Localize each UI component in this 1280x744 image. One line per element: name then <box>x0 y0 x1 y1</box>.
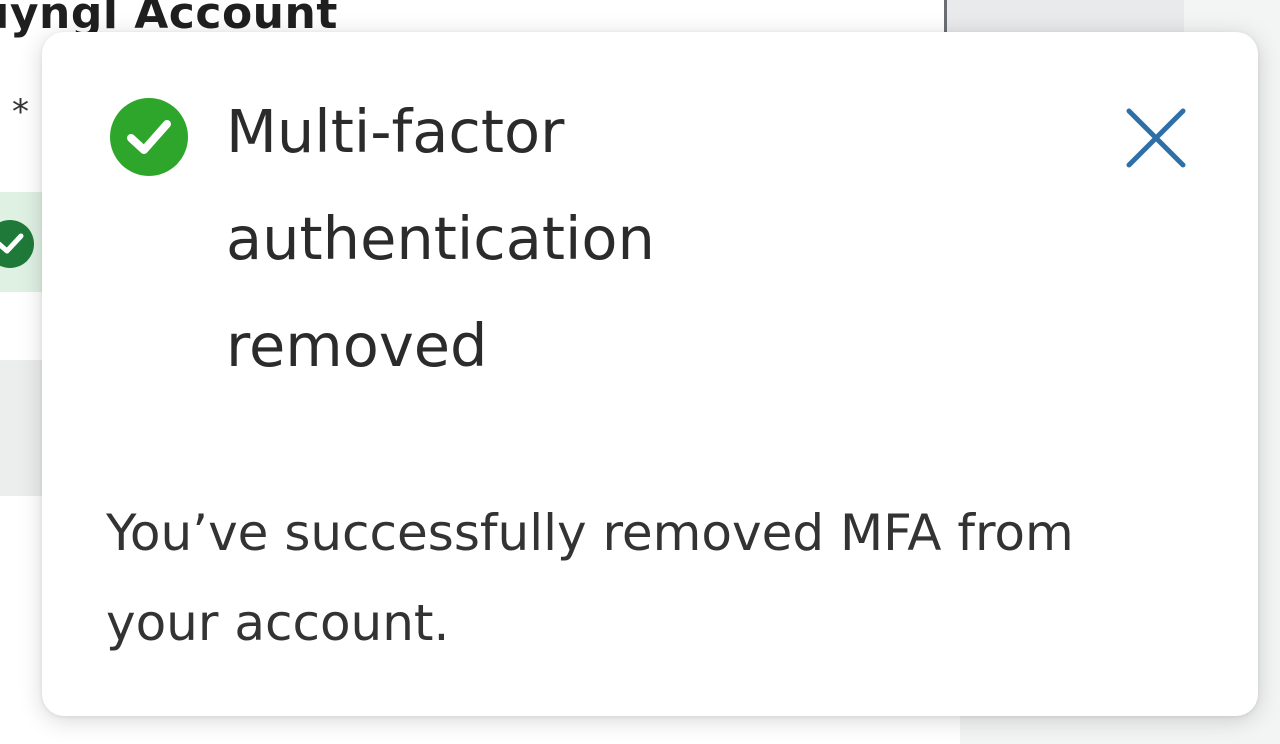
close-button[interactable] <box>1116 104 1192 180</box>
background-column-header <box>944 0 1190 32</box>
toast-title: Multi-factor authentication removed <box>226 97 655 380</box>
page: uyngl Account * Multi-factor authenticat… <box>0 0 1280 744</box>
check-circle-icon <box>110 98 188 176</box>
required-marker: * <box>12 92 29 132</box>
toast-message: You’ve successfully removed MFA from you… <box>106 504 1074 652</box>
close-icon[interactable] <box>1124 106 1188 170</box>
success-toast: Multi-factor authentication removed You’… <box>42 32 1258 716</box>
